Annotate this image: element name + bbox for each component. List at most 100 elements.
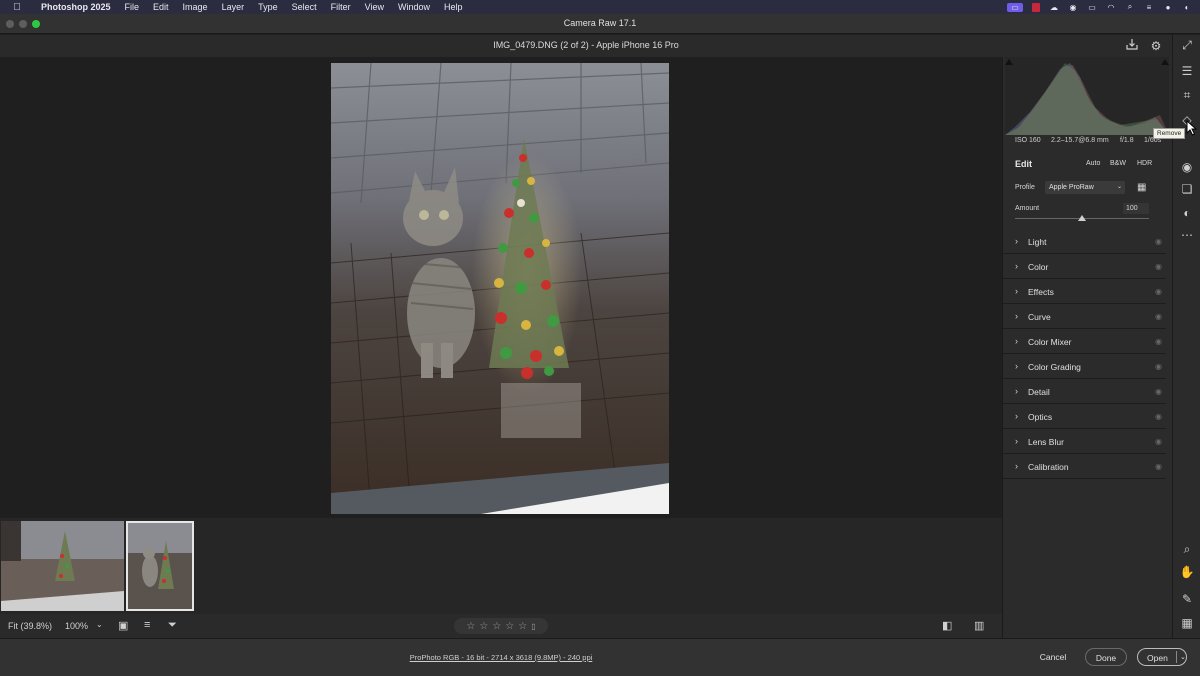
profile-value: Apple ProRaw <box>1049 184 1094 191</box>
battery-icon[interactable]: ▭ <box>1087 3 1097 12</box>
cancel-button[interactable]: Cancel <box>1034 648 1072 666</box>
eye-icon[interactable]: ◉ <box>1155 312 1162 321</box>
section-color-grading[interactable]: › Color Grading ◉ <box>1003 354 1166 379</box>
color-sampler-icon[interactable]: ✎ <box>1179 591 1195 607</box>
eye-icon[interactable]: ◉ <box>1155 362 1162 371</box>
chevron-right-icon: › <box>1015 461 1018 471</box>
screen-share-icon[interactable]: ▭ <box>1007 2 1023 12</box>
menu-window[interactable]: Window <box>391 2 437 12</box>
thumbnail-2-selected[interactable] <box>126 521 194 611</box>
profile-label: Profile <box>1015 184 1035 191</box>
section-color[interactable]: › Color ◉ <box>1003 254 1166 279</box>
menu-app-name[interactable]: Photoshop 2025 <box>34 2 118 12</box>
filmstrip-view-icon[interactable]: ▣ <box>118 619 128 632</box>
siri-icon[interactable]: ● <box>1163 3 1173 12</box>
eye-icon[interactable]: ◉ <box>1155 462 1162 471</box>
menu-file[interactable]: File <box>118 2 147 12</box>
star-icon[interactable]: ☆ <box>466 621 475 632</box>
footer-bar: ProPhoto RGB - 16 bit - 2714 x 3618 (9.8… <box>0 638 1200 676</box>
wifi-icon[interactable]: ◠ <box>1106 3 1116 12</box>
thumbnail-1[interactable] <box>1 521 124 611</box>
settings-gear-icon[interactable]: ⚙ <box>1148 38 1164 54</box>
section-optics[interactable]: › Optics ◉ <box>1003 404 1166 429</box>
menu-layer[interactable]: Layer <box>215 2 252 12</box>
grid-overlay-icon[interactable]: ▦ <box>1179 615 1195 631</box>
fullscreen-icon[interactable]: ⤢ <box>1179 37 1195 53</box>
section-label: Optics <box>1028 412 1053 422</box>
menu-filter[interactable]: Filter <box>324 2 358 12</box>
before-after-icon[interactable]: ▥ <box>974 619 984 632</box>
workflow-options-link[interactable]: ProPhoto RGB - 16 bit - 2714 x 3618 (9.8… <box>0 653 1002 662</box>
eye-icon[interactable]: ◉ <box>1155 262 1162 271</box>
eye-icon[interactable]: ◉ <box>1155 337 1162 346</box>
amount-value-field[interactable]: 100 <box>1123 203 1149 214</box>
menu-select[interactable]: Select <box>285 2 324 12</box>
open-button[interactable]: Open ⌄ <box>1137 648 1187 666</box>
section-effects[interactable]: › Effects ◉ <box>1003 279 1166 304</box>
star-icon[interactable]: ☆ <box>479 621 488 632</box>
menu-help[interactable]: Help <box>437 2 470 12</box>
eye-icon[interactable]: ◉ <box>1155 237 1162 246</box>
section-light[interactable]: › Light ◉ <box>1003 229 1166 254</box>
edit-sliders-icon[interactable]: ☰ <box>1179 63 1195 79</box>
star-icon[interactable]: ☆ <box>505 621 514 632</box>
section-curve[interactable]: › Curve ◉ <box>1003 304 1166 329</box>
apple-menu-icon[interactable]:  <box>0 2 34 13</box>
section-calibration[interactable]: › Calibration ◉ <box>1003 454 1166 479</box>
edit-title: Edit <box>1015 159 1032 169</box>
star-rating[interactable]: ☆ ☆ ☆ ☆ ☆ ▯ <box>454 618 548 634</box>
red-eye-icon[interactable]: ◉ <box>1179 159 1195 175</box>
notification-icon[interactable]: ◐ <box>1182 3 1192 12</box>
exif-aperture: f/1.8 <box>1120 137 1134 144</box>
main-photo[interactable] <box>331 63 669 514</box>
recording-icon[interactable] <box>1032 2 1040 12</box>
edit-sections: › Light ◉ › Color ◉ › Effects ◉ › Curve ◉ › Color… <box>1003 229 1166 479</box>
hdr-button[interactable]: HDR <box>1134 157 1155 170</box>
menu-type[interactable]: Type <box>251 2 285 12</box>
menu-view[interactable]: View <box>358 2 391 12</box>
masking-icon[interactable]: ◐ <box>1179 205 1195 221</box>
presets-icon[interactable]: ❏ <box>1179 181 1195 197</box>
section-lens-blur[interactable]: › Lens Blur ◉ <box>1003 429 1166 454</box>
single-view-icon[interactable]: ◧ <box>942 619 952 632</box>
menu-edit[interactable]: Edit <box>146 2 176 12</box>
record-icon[interactable]: ◉ <box>1068 3 1078 12</box>
eye-icon[interactable]: ◉ <box>1155 412 1162 421</box>
eye-icon[interactable]: ◉ <box>1155 437 1162 446</box>
section-label: Detail <box>1028 387 1050 397</box>
eye-icon[interactable]: ◉ <box>1155 387 1162 396</box>
trash-icon[interactable]: ▯ <box>531 622 535 631</box>
creative-cloud-icon[interactable]: ☁ <box>1049 3 1059 12</box>
chevron-down-icon[interactable]: ⌄ <box>96 620 103 629</box>
zoom-tool-icon[interactable]: ⌕ <box>1179 541 1195 557</box>
bw-button[interactable]: B&W <box>1107 157 1129 170</box>
crop-icon[interactable]: ⌗ <box>1179 87 1195 103</box>
window-title: Camera Raw 17.1 <box>563 18 637 28</box>
sort-icon[interactable]: ≡ <box>144 619 150 631</box>
save-image-icon[interactable] <box>1124 38 1140 54</box>
star-icon[interactable]: ☆ <box>518 621 527 632</box>
remove-tooltip: Remove <box>1153 128 1186 139</box>
section-detail[interactable]: › Detail ◉ <box>1003 379 1166 404</box>
eye-icon[interactable]: ◉ <box>1155 287 1162 296</box>
control-center-icon[interactable]: ≡ <box>1144 3 1154 12</box>
more-options-icon[interactable]: ⋯ <box>1179 227 1195 243</box>
menu-image[interactable]: Image <box>176 2 215 12</box>
section-color-mixer[interactable]: › Color Mixer ◉ <box>1003 329 1166 354</box>
amount-slider[interactable] <box>1015 215 1149 221</box>
hand-tool-icon[interactable]: ✋ <box>1179 564 1195 580</box>
auto-button[interactable]: Auto <box>1083 157 1103 170</box>
profile-select[interactable]: Apple ProRaw ⌄ <box>1045 181 1125 194</box>
fit-zoom-button[interactable]: Fit (39.8%) <box>8 621 52 631</box>
profile-browser-icon[interactable]: ▦ <box>1137 182 1146 193</box>
zoom-level-select[interactable]: 100% <box>65 621 88 631</box>
done-button[interactable]: Done <box>1085 648 1127 666</box>
image-canvas[interactable] <box>0 57 1002 518</box>
divider <box>1176 651 1177 663</box>
search-icon[interactable]: ⌕ <box>1125 2 1135 12</box>
chevron-down-icon[interactable]: ⌄ <box>1180 649 1186 667</box>
edit-header: Edit Auto B&W HDR <box>1003 155 1173 173</box>
star-icon[interactable]: ☆ <box>492 621 501 632</box>
filter-icon[interactable]: ⏷ <box>168 619 177 632</box>
amount-slider-handle[interactable] <box>1078 215 1086 221</box>
